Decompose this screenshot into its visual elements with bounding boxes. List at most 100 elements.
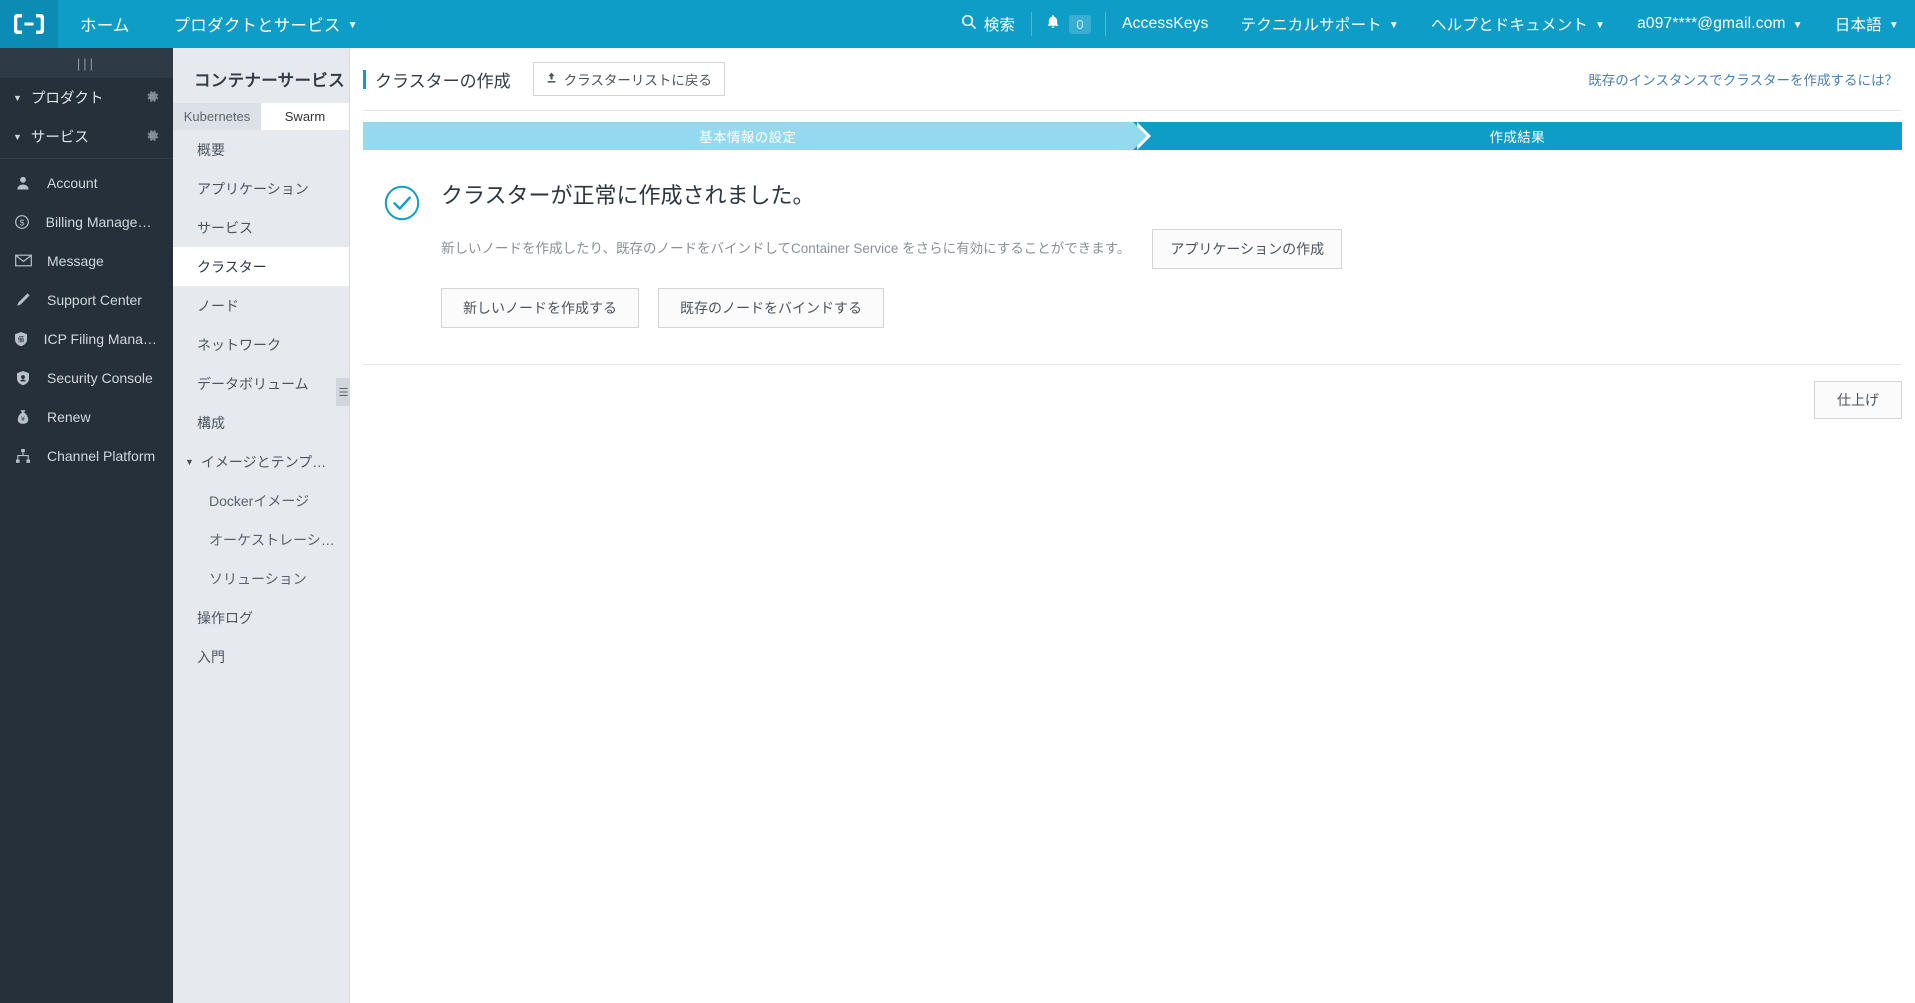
collapse-panel-icon: ☰ xyxy=(338,386,349,399)
money-bag-icon: ¥ xyxy=(13,409,33,425)
subnav-group-images-and-templates[interactable]: ▼ イメージとテンプレート xyxy=(173,442,349,481)
top-header: ホーム プロダクトとサービス ▼ 検索 0 AccessKeys テクニカルサポ… xyxy=(0,0,1915,48)
envelope-icon xyxy=(13,254,33,267)
subnav-item-services-label: サービス xyxy=(197,219,253,236)
search-button[interactable]: 検索 xyxy=(945,0,1031,48)
notifications-button[interactable]: 0 xyxy=(1032,0,1105,48)
tab-swarm-label: Swarm xyxy=(284,109,326,124)
success-message-description: 新しいノードを作成したり、既存のノードをバインドしてContainer Serv… xyxy=(441,241,1131,257)
subnav-item-orchestration-templates[interactable]: オーケストレーショ… xyxy=(173,520,349,559)
subnav-item-operation-logs-label: 操作ログ xyxy=(197,609,253,626)
subnav-item-operation-logs[interactable]: 操作ログ xyxy=(173,598,349,637)
success-message-title: クラスターが正常に作成されました。 xyxy=(441,183,815,208)
upload-arrow-icon xyxy=(546,72,557,87)
finish-button[interactable]: 仕上げ xyxy=(1814,381,1902,419)
gear-icon[interactable] xyxy=(145,89,160,107)
step-creation-result[interactable]: 作成結果 xyxy=(1132,122,1902,150)
sidebar-item-billing-management[interactable]: $ Billing Management xyxy=(0,202,173,241)
nav-language-label: 日本語 xyxy=(1834,17,1882,34)
tab-kubernetes-label: Kubernetes xyxy=(183,109,251,124)
nav-technical-support[interactable]: テクニカルサポート ▼ xyxy=(1225,0,1415,48)
gear-icon[interactable] xyxy=(145,128,160,146)
header-right-nav: 検索 0 AccessKeys テクニカルサポート ▼ ヘルプとドキュメント ▼… xyxy=(945,0,1915,48)
sidebar-item-renew[interactable]: ¥ Renew xyxy=(0,397,173,436)
step-creation-result-label: 作成結果 xyxy=(1489,130,1546,145)
notification-count-badge: 0 xyxy=(1069,14,1092,34)
bind-existing-node-button[interactable]: 既存のノードをバインドする xyxy=(658,288,884,328)
subnav-item-docker-images[interactable]: Dockerイメージ xyxy=(173,481,349,520)
sidebar-collapse-handle[interactable]: ||| xyxy=(0,48,173,78)
nav-user-account[interactable]: a097****@gmail.com ▼ xyxy=(1621,0,1819,48)
finish-button-label: 仕上げ xyxy=(1837,392,1879,408)
sidebar-item-channel-platform-label: Channel Platform xyxy=(47,447,156,464)
pencil-icon xyxy=(13,292,33,308)
subnav-item-data-volumes-label: データボリューム xyxy=(197,375,309,392)
bell-icon xyxy=(1046,14,1060,35)
page-title: クラスターの作成 xyxy=(375,71,511,91)
subnav-item-configurations[interactable]: 構成 xyxy=(173,403,349,442)
subnav-item-networks[interactable]: ネットワーク xyxy=(173,325,349,364)
nav-home-label: ホーム xyxy=(80,17,130,35)
subnav-item-solutions[interactable]: ソリューション xyxy=(173,559,349,598)
subnav-item-solutions-label: ソリューション xyxy=(209,570,307,587)
sidebar-group-products-label: プロダクト xyxy=(30,91,104,107)
subnav-item-applications[interactable]: アプリケーション xyxy=(173,169,349,208)
back-to-cluster-list-button[interactable]: クラスターリストに戻る xyxy=(532,62,725,96)
sidebar-group-services[interactable]: ▼ サービス xyxy=(0,117,173,156)
sidebar-item-account[interactable]: Account xyxy=(0,163,173,202)
step-basic-information[interactable]: 基本情報の設定 xyxy=(363,122,1150,150)
chevron-down-icon: ▼ xyxy=(13,92,22,103)
svg-text:備: 備 xyxy=(18,334,25,343)
sidebar-item-icp-filing-management[interactable]: 備 ICP Filing Managem… xyxy=(0,319,173,358)
nav-help-and-docs[interactable]: ヘルプとドキュメント ▼ xyxy=(1415,0,1621,48)
nav-accesskeys[interactable]: AccessKeys xyxy=(1106,0,1224,48)
subnav-item-data-volumes[interactable]: データボリューム xyxy=(173,364,349,403)
subnav-item-nodes[interactable]: ノード xyxy=(173,286,349,325)
nav-user-account-label: a097****@gmail.com xyxy=(1637,15,1786,32)
subnav-collapse-button[interactable]: ☰ xyxy=(336,378,351,406)
footer-actions: 仕上げ xyxy=(350,365,1915,419)
header-spacer xyxy=(380,0,945,48)
create-new-node-button[interactable]: 新しいノードを作成する xyxy=(441,288,639,328)
brand-logo[interactable] xyxy=(0,0,58,48)
sidebar-item-channel-platform[interactable]: Channel Platform xyxy=(0,436,173,475)
nav-technical-support-label: テクニカルサポート xyxy=(1240,17,1382,34)
chevron-down-icon: ▼ xyxy=(1594,19,1606,31)
subnav-item-nodes-label: ノード xyxy=(197,297,239,314)
nav-accesskeys-label: AccessKeys xyxy=(1122,15,1209,32)
subnav-item-overview-label: 概要 xyxy=(197,141,225,158)
alibaba-cloud-logo-icon xyxy=(14,13,44,35)
tab-swarm[interactable]: Swarm xyxy=(261,103,349,130)
subnav-item-getting-started[interactable]: 入門 xyxy=(173,637,349,676)
node-actions-row: 新しいノードを作成する 既存のノードをバインドする xyxy=(441,288,1895,328)
nav-home[interactable]: ホーム xyxy=(58,0,152,48)
nav-language[interactable]: 日本語 ▼ xyxy=(1819,0,1915,48)
left-sidebar: ||| ▼ プロダクト ▼ サービス Account $ Billing Man… xyxy=(0,48,173,1003)
sidebar-item-message[interactable]: Message xyxy=(0,241,173,280)
success-description-row: 新しいノードを作成したり、既存のノードをバインドしてContainer Serv… xyxy=(441,229,1895,269)
svg-text:$: $ xyxy=(20,217,25,227)
title-accent-bar xyxy=(363,69,366,89)
subnav-group-images-and-templates-label: イメージとテンプレート xyxy=(200,453,337,470)
sidebar-item-support-center-label: Support Center xyxy=(47,291,142,308)
svg-text:¥: ¥ xyxy=(21,415,25,423)
sidebar-divider xyxy=(0,158,173,159)
subnav-item-applications-label: アプリケーション xyxy=(197,180,309,197)
header-divider xyxy=(363,110,1902,111)
sidebar-item-support-center[interactable]: Support Center xyxy=(0,280,173,319)
nav-products-and-services[interactable]: プロダクトとサービス ▼ xyxy=(152,0,380,48)
sidebar-item-message-label: Message xyxy=(47,252,104,269)
chevron-down-icon: ▼ xyxy=(13,131,22,142)
network-node-icon xyxy=(13,448,33,464)
sidebar-group-products[interactable]: ▼ プロダクト xyxy=(0,78,173,117)
create-application-button[interactable]: アプリケーションの作成 xyxy=(1152,229,1343,269)
subnav-item-services[interactable]: サービス xyxy=(173,208,349,247)
chevron-down-icon: ▼ xyxy=(347,19,358,31)
check-circle-icon xyxy=(363,178,441,328)
sidebar-item-security-console[interactable]: Security Console xyxy=(0,358,173,397)
help-link-create-cluster-with-existing-instance[interactable]: 既存のインスタンスでクラスターを作成するには？ xyxy=(1588,69,1898,89)
subnav-item-clusters[interactable]: クラスター xyxy=(173,247,349,286)
subnav-item-overview[interactable]: 概要 xyxy=(173,130,349,169)
create-application-label: アプリケーションの作成 xyxy=(1170,241,1325,257)
tab-kubernetes[interactable]: Kubernetes xyxy=(173,103,261,130)
